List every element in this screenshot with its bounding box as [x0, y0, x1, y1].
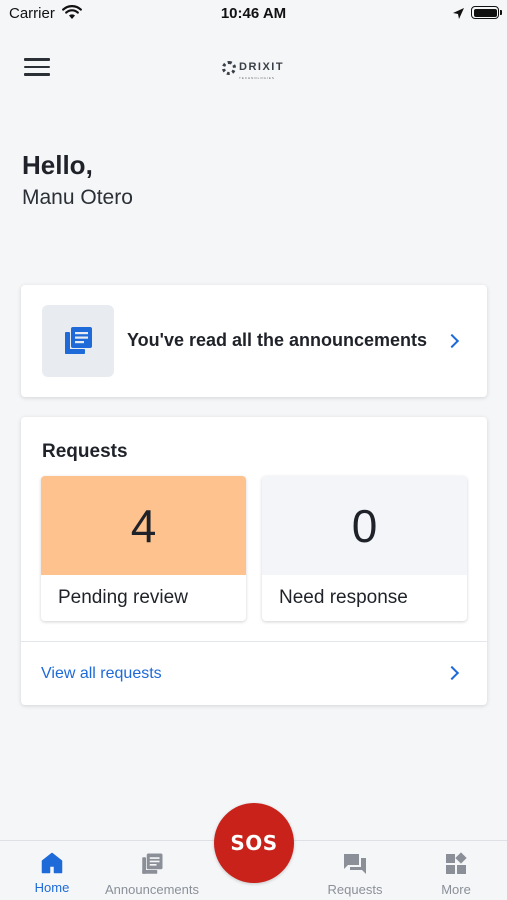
- divider: [21, 641, 487, 642]
- announcements-icon: [65, 327, 92, 354]
- clock: 10:46 AM: [220, 5, 287, 22]
- announcements-icon-box: [42, 305, 114, 377]
- requests-title: Requests: [42, 441, 128, 462]
- pending-review-count: 4: [41, 476, 246, 575]
- announcements-icon: [142, 853, 163, 874]
- need-response-count: 0: [262, 476, 467, 575]
- drixit-logo: DRIXIT TECHNOLOGIES: [222, 58, 285, 80]
- menu-icon-line: [24, 58, 50, 61]
- chevron-right-icon: [444, 333, 460, 349]
- tab-home-label: Home: [34, 880, 70, 895]
- announcements-status-text: You've read all the announcements: [127, 330, 428, 350]
- logo-mark-icon: [222, 61, 236, 75]
- user-name: Manu Otero: [22, 186, 133, 209]
- need-response-label: Need response: [279, 587, 408, 608]
- menu-icon-line: [24, 65, 50, 68]
- tab-more-label: More: [441, 882, 471, 897]
- tab-home[interactable]: Home: [26, 841, 78, 900]
- tab-announcements[interactable]: Announcements: [100, 841, 204, 900]
- pending-review-tile[interactable]: 4 Pending review: [41, 476, 246, 621]
- view-all-requests-link[interactable]: View all requests: [41, 665, 162, 683]
- menu-icon-line: [24, 73, 50, 76]
- battery-icon: [471, 6, 502, 19]
- greeting-title: Hello,: [22, 150, 93, 180]
- pending-review-label: Pending review: [58, 587, 188, 608]
- announcements-card[interactable]: You've read all the announcements: [21, 285, 487, 397]
- requests-card: Requests 4 Pending review 0 Need respons…: [21, 417, 487, 705]
- chevron-right-icon[interactable]: [444, 665, 460, 681]
- need-response-tile[interactable]: 0 Need response: [262, 476, 467, 621]
- location-arrow-icon: [453, 8, 464, 19]
- logo-text: DRIXIT: [239, 60, 285, 73]
- tab-more[interactable]: More: [430, 841, 482, 900]
- menu-button[interactable]: [24, 58, 50, 78]
- logo-subtext: TECHNOLOGIES: [239, 75, 275, 80]
- chat-icon: [344, 854, 366, 874]
- status-bar: Carrier 10:46 AM: [0, 0, 507, 30]
- apps-icon: [446, 852, 467, 874]
- tab-requests[interactable]: Requests: [320, 841, 390, 900]
- home-icon: [41, 852, 63, 874]
- sos-button[interactable]: SOS: [214, 803, 294, 883]
- tab-announcements-label: Announcements: [105, 882, 199, 897]
- tab-requests-label: Requests: [327, 882, 383, 897]
